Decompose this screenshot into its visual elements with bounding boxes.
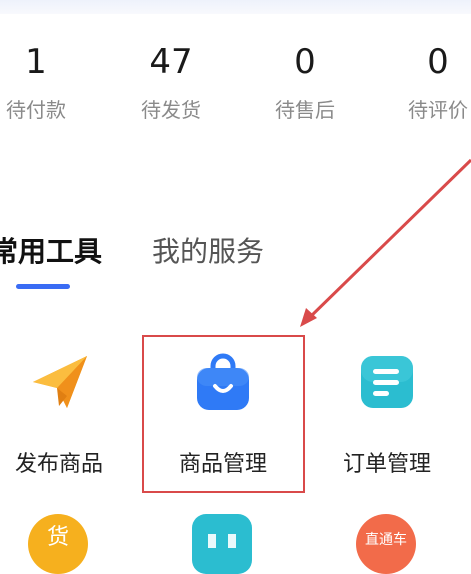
tab-common-tools[interactable]: 常用工具	[0, 232, 102, 272]
grid-box-icon[interactable]	[192, 514, 252, 574]
active-tab-indicator	[16, 284, 70, 289]
stat-label: 待售后	[275, 98, 335, 122]
tool-publish-goods[interactable]: 发布商品	[0, 352, 134, 480]
stat-label: 待评价	[408, 98, 468, 122]
tool-order-management[interactable]: 订单管理	[312, 352, 462, 480]
express-car-icon[interactable]: 直通车	[356, 514, 416, 574]
paper-plane-icon	[29, 352, 89, 412]
stat-after-sales[interactable]: 0 待售后	[245, 40, 365, 124]
tab-my-services[interactable]: 我的服务	[152, 232, 264, 272]
stat-count: 0	[294, 42, 316, 82]
stat-pending-shipment[interactable]: 47 待发货	[111, 40, 231, 124]
stat-label: 待发货	[141, 98, 201, 122]
annotation-highlight-box	[142, 335, 305, 493]
stat-count: 0	[427, 42, 449, 82]
stat-label: 待付款	[6, 98, 66, 122]
goods-badge-text: 货	[47, 525, 69, 548]
stat-count: 47	[149, 42, 193, 82]
tool-label: 订单管理	[342, 452, 431, 477]
tool-label: 发布商品	[14, 452, 103, 477]
express-car-text: 直通车	[365, 531, 407, 548]
stat-pending-review[interactable]: 0 待评价	[378, 40, 471, 124]
stat-pending-payment[interactable]: 1 待付款	[0, 40, 96, 124]
document-list-icon	[357, 352, 417, 412]
goods-badge-icon[interactable]: 货	[28, 514, 88, 574]
header-background	[0, 0, 471, 14]
stat-count: 1	[25, 42, 47, 82]
